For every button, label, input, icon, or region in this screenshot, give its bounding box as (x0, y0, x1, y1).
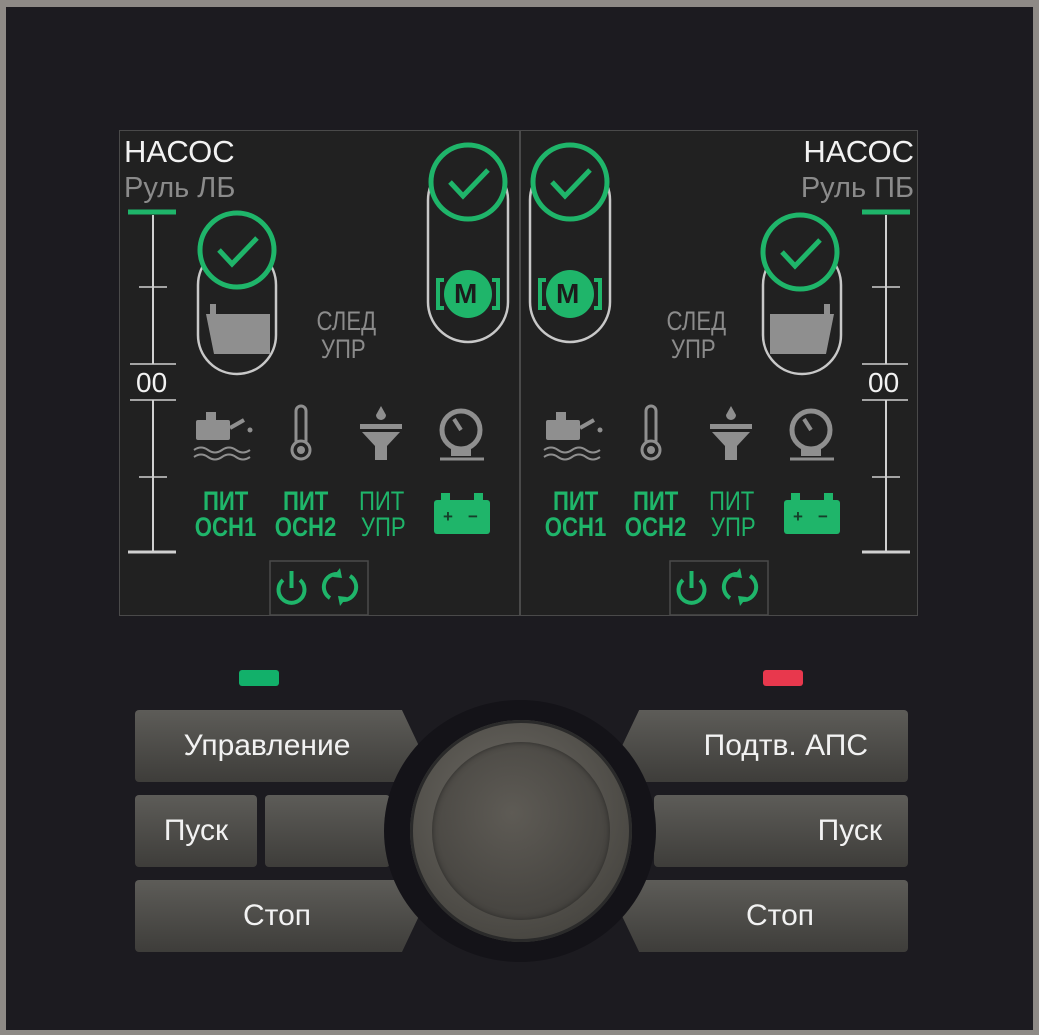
red-indicator-led (763, 670, 803, 686)
start-right-label: Пуск (817, 814, 882, 847)
control-button[interactable]: Управление (135, 710, 419, 782)
battery-minus: − (468, 507, 478, 526)
ack-alarm-label: Подтв. АПС (703, 729, 868, 762)
battery-plus: + (443, 507, 453, 526)
motor-label: M (454, 278, 478, 309)
control-button-label: Управление (183, 729, 351, 762)
left-power1-line1: ПИТ (202, 486, 249, 516)
green-indicator-led (239, 670, 279, 686)
left-title: НАСОС (124, 134, 235, 169)
stop-left-label: Стоп (243, 899, 311, 932)
right-power2-line1: ПИТ (632, 486, 679, 516)
stop-right-button[interactable]: Стоп (622, 880, 908, 952)
rotary-knob[interactable] (410, 720, 632, 942)
left-mode-line2: УПР (320, 334, 366, 364)
left-power2-line1: ПИТ (282, 486, 329, 516)
knob-face (432, 742, 610, 920)
right-power2-line2: ОСН2 (624, 512, 687, 542)
right-power3-line1: ПИТ (708, 486, 755, 516)
ack-alarm-button[interactable]: Подтв. АПС (622, 710, 908, 782)
battery-plus: + (793, 507, 803, 526)
right-mode-line1: СЛЕД (666, 306, 727, 336)
left-mode-line1: СЛЕД (316, 306, 377, 336)
right-scale-value: 00 (868, 367, 900, 398)
refresh-icon (721, 568, 759, 606)
left-subtitle: Руль ЛБ (124, 172, 236, 204)
right-title: НАСОС (803, 134, 914, 169)
right-subtitle: Руль ПБ (800, 172, 914, 204)
left-power3-line2: УПР (360, 512, 406, 542)
right-mode-line2: УПР (670, 334, 716, 364)
screen-divider (519, 130, 521, 616)
left-scale-value: 00 (136, 367, 168, 398)
start-right-button[interactable]: Пуск (654, 795, 908, 867)
right-power1-line1: ПИТ (552, 486, 599, 516)
stop-right-label: Стоп (746, 899, 814, 932)
blank-button[interactable] (265, 795, 390, 867)
left-power3-line1: ПИТ (358, 486, 405, 516)
motor-label: M (556, 278, 580, 309)
start-left-label: Пуск (163, 814, 229, 847)
stop-left-button[interactable]: Стоп (135, 880, 419, 952)
left-power2-line2: ОСН2 (274, 512, 337, 542)
right-power3-line2: УПР (710, 512, 756, 542)
start-left-button[interactable]: Пуск (135, 795, 257, 867)
right-power1-line2: ОСН1 (544, 512, 607, 542)
left-power1-line2: ОСН1 (194, 512, 257, 542)
battery-minus: − (818, 507, 828, 526)
